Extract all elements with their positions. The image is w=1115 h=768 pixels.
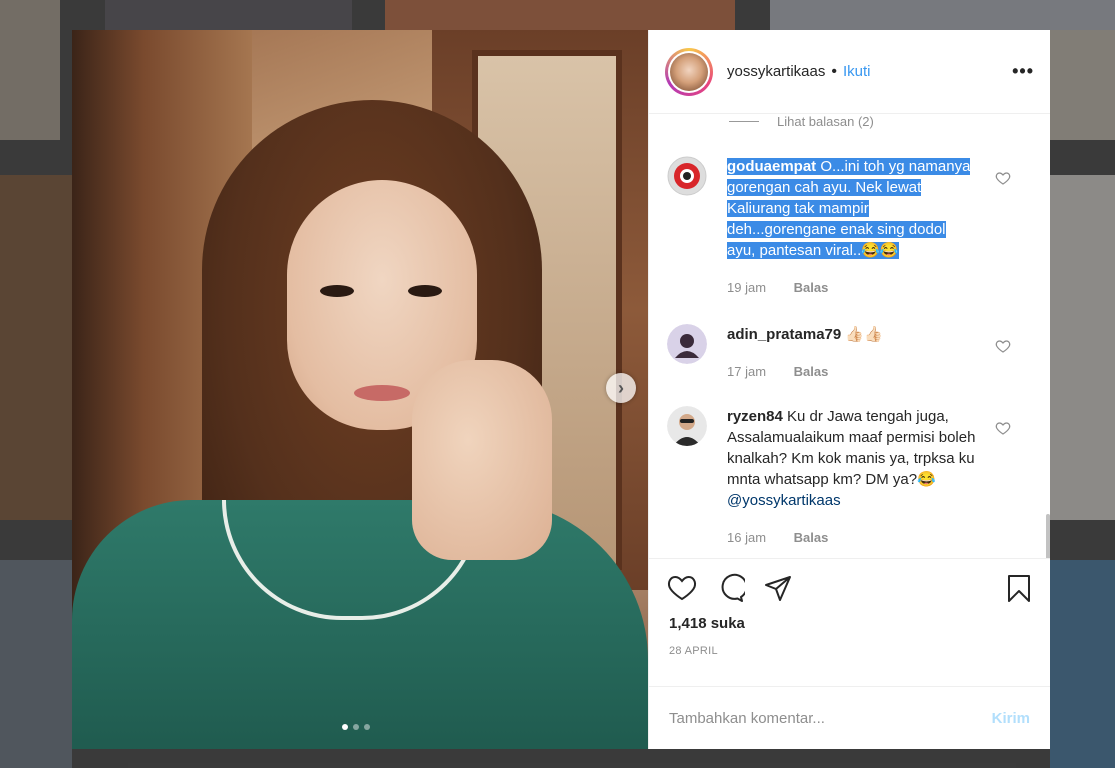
comment-reply-button[interactable]: Balas xyxy=(794,280,829,295)
heart-icon[interactable] xyxy=(667,573,697,603)
comments-list[interactable]: Lihat balasan (2) goduaempat O...ini toh… xyxy=(649,114,1050,558)
comment-input[interactable] xyxy=(669,709,992,727)
author-avatar[interactable] xyxy=(665,47,713,96)
next-photo-button[interactable]: › xyxy=(606,373,636,403)
photo-lips xyxy=(354,385,410,401)
post-photo[interactable]: › xyxy=(72,30,648,749)
carousel-dots xyxy=(342,724,370,730)
like-comment-icon[interactable] xyxy=(995,338,1011,354)
carousel-dot-2 xyxy=(353,724,359,730)
chevron-right-icon: › xyxy=(618,377,624,398)
action-icons xyxy=(667,573,1034,603)
comment-icon[interactable] xyxy=(715,573,745,603)
post-actions: 1,418 suka 28 APRIL xyxy=(649,558,1050,686)
view-replies-button[interactable]: Lihat balasan (2) xyxy=(729,114,874,129)
comment-username[interactable]: goduaempat xyxy=(727,158,816,175)
comment-username[interactable]: ryzen84 xyxy=(727,408,783,425)
comment-composer: Kirim xyxy=(649,686,1050,749)
post-date[interactable]: 28 APRIL xyxy=(669,645,718,657)
comment-time: 19 jam xyxy=(727,280,767,295)
like-comment-icon[interactable] xyxy=(995,170,1011,186)
commenter-avatar[interactable] xyxy=(667,406,707,446)
comment-time: 16 jam xyxy=(727,530,767,545)
commenter-avatar[interactable] xyxy=(667,324,707,364)
comment-reply-button[interactable]: Balas xyxy=(794,364,829,379)
carousel-dot-1 xyxy=(342,724,348,730)
carousel-dot-3 xyxy=(364,724,370,730)
photo-hand xyxy=(412,360,552,560)
post-header: yossykartikaas • Ikuti ••• xyxy=(649,30,1050,114)
post-side-panel: yossykartikaas • Ikuti ••• Lihat balasan… xyxy=(648,30,1050,749)
comment-reply-button[interactable]: Balas xyxy=(794,530,829,545)
comment-meta: 17 jam Balas xyxy=(727,364,852,379)
comment-time: 17 jam xyxy=(727,364,767,379)
comment-username[interactable]: adin_pratama79 xyxy=(727,326,841,343)
reply-line xyxy=(729,121,759,122)
comment-text-block: adin_pratama79 👍🏻👍🏻 xyxy=(727,324,977,345)
header-separator: • xyxy=(831,62,837,80)
commenter-avatar[interactable] xyxy=(667,156,707,196)
share-icon[interactable] xyxy=(763,573,793,603)
view-replies-label: Lihat balasan (2) xyxy=(777,114,874,129)
photo-eye-left xyxy=(320,285,354,297)
like-comment-icon[interactable] xyxy=(995,420,1011,436)
post-comment-button[interactable]: Kirim xyxy=(992,710,1030,727)
comment-mention-link[interactable]: @yossykartikaas xyxy=(727,492,841,509)
more-options-icon[interactable]: ••• xyxy=(1012,61,1034,82)
comments-scrollbar[interactable] xyxy=(1046,514,1050,558)
comment-text-block: goduaempat O...ini toh yg namanya goreng… xyxy=(727,156,977,261)
like-count[interactable]: 1,418 suka xyxy=(669,615,745,632)
comment-meta: 16 jam Balas xyxy=(727,530,852,545)
photo-eye-right xyxy=(408,285,442,297)
follow-button[interactable]: Ikuti xyxy=(843,63,871,80)
post-modal: › yossykartikaas • Ikuti ••• Lihat balas… xyxy=(72,30,1050,749)
comment-meta: 19 jam Balas xyxy=(727,280,852,295)
bookmark-icon[interactable] xyxy=(1004,573,1034,603)
comment-text-block: ryzen84 Ku dr Jawa tengah juga, Assalamu… xyxy=(727,406,977,511)
comment-text: 👍🏻👍🏻 xyxy=(845,326,883,343)
author-username[interactable]: yossykartikaas xyxy=(727,63,825,80)
